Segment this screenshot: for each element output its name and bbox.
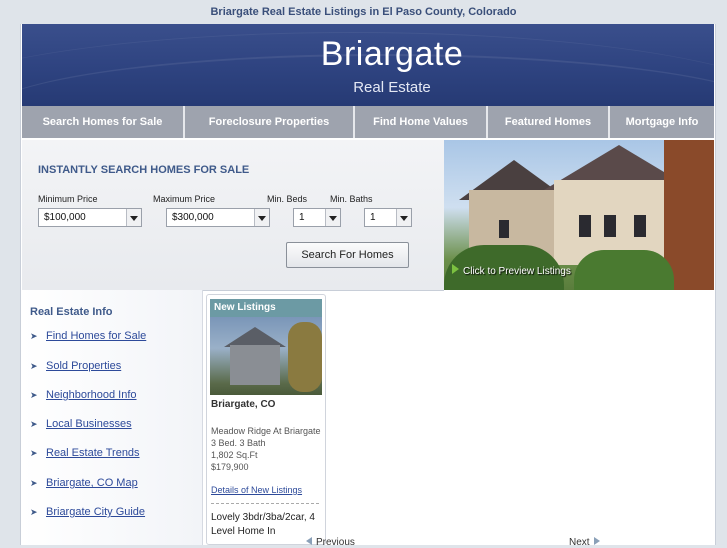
min-baths-value: 1 — [370, 212, 376, 223]
page-title: Briargate Real Estate Listings in El Pas… — [210, 6, 517, 18]
arrow-bullet-icon: ➤ — [30, 507, 38, 517]
sidebar-item-find-homes[interactable]: ➤ Find Homes for Sale — [30, 330, 146, 342]
arrow-bullet-icon: ➤ — [30, 331, 38, 341]
min-beds-select[interactable]: 1 — [293, 208, 341, 227]
site-header: Briargate Real Estate — [22, 24, 714, 106]
min-baths-label: Min. Baths — [330, 194, 373, 204]
photo-shape — [634, 215, 646, 237]
listing-photo[interactable] — [210, 317, 322, 395]
arrow-bullet-icon: ➤ — [30, 419, 38, 429]
site-logo-text[interactable]: Briargate — [272, 34, 512, 74]
min-beds-label: Min. Beds — [267, 194, 308, 204]
listing-city: Briargate, CO — [211, 399, 276, 410]
min-baths-select[interactable]: 1 — [364, 208, 412, 227]
arrow-bullet-icon: ➤ — [30, 390, 38, 400]
min-price-value: $100,000 — [44, 212, 86, 223]
main-nav: Search Homes for Sale Foreclosure Proper… — [22, 106, 714, 138]
previous-button[interactable]: Previous — [306, 537, 355, 548]
listing-card-header: New Listings — [210, 299, 322, 317]
new-listing-card: New Listings Briargate, CO Meadow Ridge … — [206, 294, 326, 545]
sidebar-item-label: Neighborhood Info — [46, 389, 137, 401]
min-price-label: Minimum Price — [38, 194, 98, 204]
max-price-select[interactable]: $300,000 — [166, 208, 270, 227]
sidebar-item-local-businesses[interactable]: ➤ Local Businesses — [30, 418, 132, 430]
chevron-down-icon — [325, 209, 340, 226]
sidebar-title: Real Estate Info — [30, 306, 113, 318]
sidebar-item-label: Local Businesses — [46, 418, 132, 430]
listing-price: $179,900 — [211, 462, 249, 472]
nav-foreclosures[interactable]: Foreclosure Properties — [185, 106, 355, 138]
next-label: Next — [569, 537, 590, 548]
photo-shape — [579, 215, 591, 237]
sidebar-item-label: Find Homes for Sale — [46, 330, 147, 342]
sidebar-item-neighborhood-info[interactable]: ➤ Neighborhood Info — [30, 389, 137, 401]
play-icon — [452, 264, 459, 274]
sidebar-item-real-estate-trends[interactable]: ➤ Real Estate Trends — [30, 447, 140, 459]
arrow-left-icon — [306, 537, 312, 545]
listing-sqft: 1,802 Sq.Ft — [211, 450, 258, 460]
chevron-down-icon — [126, 209, 141, 226]
divider — [211, 503, 319, 504]
sidebar-item-city-guide[interactable]: ➤ Briargate City Guide — [30, 506, 145, 518]
listing-details-link[interactable]: Details of New Listings — [211, 485, 302, 495]
home-search-panel: INSTANTLY SEARCH HOMES FOR SALE Minimum … — [22, 140, 444, 291]
site-logo-subtitle: Real Estate — [353, 79, 431, 96]
next-button[interactable]: Next — [569, 537, 600, 548]
chevron-down-icon — [396, 209, 411, 226]
sidebar-item-label: Briargate, CO Map — [46, 477, 138, 489]
nav-home-values[interactable]: Find Home Values — [355, 106, 488, 138]
sidebar-item-map[interactable]: ➤ Briargate, CO Map — [30, 477, 138, 489]
photo-shape — [499, 220, 509, 238]
min-price-select[interactable]: $100,000 — [38, 208, 142, 227]
arrow-bullet-icon: ➤ — [30, 448, 38, 458]
arrow-bullet-icon: ➤ — [30, 361, 38, 371]
photo-shape — [574, 250, 674, 290]
sidebar-item-label: Sold Properties — [46, 360, 122, 372]
search-panel-title: INSTANTLY SEARCH HOMES FOR SALE — [38, 164, 250, 176]
arrow-right-icon — [593, 537, 600, 545]
preview-listings-label: Click to Preview Listings — [463, 266, 571, 277]
arrow-bullet-icon: ➤ — [30, 478, 38, 488]
nav-mortgage-info[interactable]: Mortgage Info — [610, 106, 714, 138]
chevron-down-icon — [254, 209, 269, 226]
sidebar: Real Estate Info ➤ Find Homes for Sale ➤ S… — [22, 290, 203, 545]
max-price-label: Maximum Price — [153, 194, 216, 204]
featured-home-photo[interactable]: Click to Preview Listings — [444, 140, 714, 290]
photo-shape — [230, 345, 280, 385]
sidebar-item-sold-properties[interactable]: ➤ Sold Properties — [30, 360, 121, 372]
min-beds-value: 1 — [299, 212, 305, 223]
nav-search-homes[interactable]: Search Homes for Sale — [22, 106, 185, 138]
listing-community: Meadow Ridge At Briargate — [211, 426, 321, 436]
sidebar-item-label: Briargate City Guide — [46, 506, 146, 518]
preview-listings-link[interactable]: Click to Preview Listings — [452, 264, 571, 277]
photo-shape — [288, 322, 322, 392]
sidebar-item-label: Real Estate Trends — [46, 447, 140, 459]
listing-beds-baths: 3 Bed. 3 Bath — [211, 438, 266, 448]
listing-description: Lovely 3bdr/3ba/2car, 4 Level Home In — [211, 512, 315, 537]
nav-featured-homes[interactable]: Featured Homes — [488, 106, 610, 138]
photo-shape — [224, 327, 286, 347]
photo-shape — [604, 215, 616, 237]
previous-label: Previous — [316, 537, 355, 548]
search-for-homes-button[interactable]: Search For Homes — [286, 242, 409, 268]
max-price-value: $300,000 — [172, 212, 214, 223]
